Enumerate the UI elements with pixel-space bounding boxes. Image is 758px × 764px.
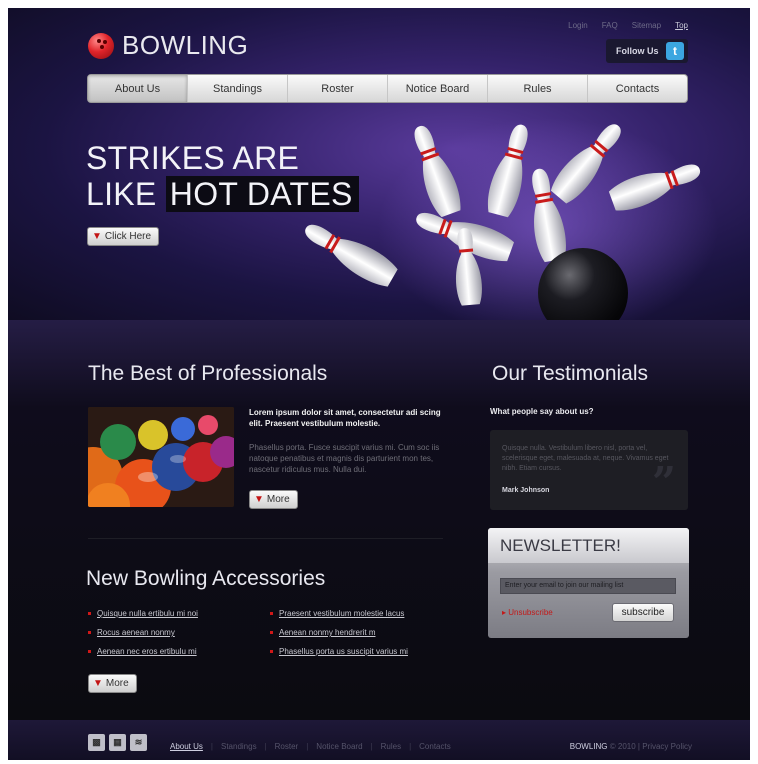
- copyright: BOWLING © 2010 | Privacy Policy: [570, 742, 692, 751]
- accessory-link[interactable]: Aenean nonmy hendrerit m: [270, 628, 408, 637]
- professionals-title: The Best of Professionals: [88, 362, 328, 385]
- footer-links: About Us | Standings | Roster | Notice B…: [170, 742, 451, 751]
- accessories-title: New Bowling Accessories: [86, 567, 326, 590]
- quote-icon: ”: [651, 458, 676, 507]
- main-nav: About Us Standings Roster Notice Board R…: [87, 74, 688, 103]
- social-icons: ▩ ▦ ≋: [88, 734, 147, 751]
- bowling-pins-image: [305, 118, 718, 338]
- section-divider: [88, 538, 443, 539]
- professionals-body: Phasellus porta. Fusce suscipit varius m…: [249, 443, 440, 474]
- separator: |: [264, 742, 267, 751]
- bowling-ball-icon: [88, 32, 114, 59]
- top-link-top[interactable]: Top: [675, 21, 688, 30]
- follow-us-button[interactable]: Follow Us t: [606, 39, 688, 63]
- nav-contacts[interactable]: Contacts: [588, 75, 687, 102]
- testimonials-question: What people say about us?: [490, 407, 594, 416]
- separator: |: [409, 742, 412, 751]
- follow-label: Follow Us: [616, 46, 659, 56]
- chevron-down-icon: ▼: [93, 678, 103, 689]
- newsletter-title: NEWSLETTER!: [488, 528, 689, 563]
- delicious-icon[interactable]: ▦: [109, 734, 126, 751]
- chevron-down-icon: ▼: [92, 231, 102, 242]
- testimonial-author: Mark Johnson: [502, 487, 550, 494]
- nav-roster[interactable]: Roster: [288, 75, 388, 102]
- chevron-down-icon: ▼: [254, 494, 264, 505]
- accessory-link[interactable]: Praesent vestibulum molestie lacus: [270, 609, 408, 618]
- footer-link-contacts[interactable]: Contacts: [419, 742, 451, 751]
- logo[interactable]: BOWLING: [88, 30, 248, 61]
- footer-link-standings[interactable]: Standings: [221, 742, 257, 751]
- click-here-button[interactable]: ▼ Click Here: [87, 227, 160, 246]
- brand-name: BOWLING: [122, 30, 249, 60]
- copyright-brand: BOWLING: [569, 742, 608, 751]
- accessory-link[interactable]: Quisque nulla ertibulu mi noi: [88, 609, 198, 618]
- accessories-more-button[interactable]: ▼ More: [88, 674, 137, 693]
- footer-link-rules[interactable]: Rules: [381, 742, 401, 751]
- separator: |: [306, 742, 309, 751]
- newsletter-box: NEWSLETTER! Enter your email to join our…: [488, 528, 689, 638]
- main-content: The Best of Professionals Lorem ipsum do…: [8, 320, 750, 720]
- more-label: More: [266, 494, 290, 505]
- testimonial-quote: Quisque nulla. Vestibulum libero nisl, p…: [502, 445, 669, 472]
- footer-link-notice-board[interactable]: Notice Board: [316, 742, 362, 751]
- footer: ▩ ▦ ≋ About Us | Standings | Roster | No…: [8, 720, 750, 760]
- testimonials-title: Our Testimonials: [492, 362, 649, 385]
- nav-about-us[interactable]: About Us: [88, 75, 188, 102]
- unsubscribe-label: Unsubscribe: [508, 608, 553, 617]
- page-frame: BOWLING Login FAQ Sitemap Top Follow Us …: [8, 8, 750, 760]
- separator: |: [210, 742, 213, 751]
- accessory-link[interactable]: Rocus aenean nonmy: [88, 628, 198, 637]
- top-link-faq[interactable]: FAQ: [602, 21, 618, 30]
- bowling-balls-photo: [88, 407, 234, 507]
- nav-notice-board[interactable]: Notice Board: [388, 75, 488, 102]
- unsubscribe-link[interactable]: ▸ Unsubscribe: [502, 608, 553, 617]
- accessory-link[interactable]: Aenean nec eros ertibulu mi: [88, 647, 198, 656]
- rss-icon[interactable]: ≋: [130, 734, 147, 751]
- blog-icon[interactable]: ▩: [88, 734, 105, 751]
- click-here-label: Click Here: [104, 231, 152, 242]
- testimonial-card: Quisque nulla. Vestibulum libero nisl, p…: [490, 430, 688, 510]
- professionals-intro: Lorem ipsum dolor sit amet, consectetur …: [249, 408, 441, 428]
- separator: |: [370, 742, 373, 751]
- accessories-list-right: Praesent vestibulum molestie lacus Aenea…: [270, 609, 408, 666]
- top-link-login[interactable]: Login: [568, 21, 588, 30]
- top-links: Login FAQ Sitemap Top: [568, 21, 688, 30]
- more-label: More: [105, 678, 129, 689]
- subscribe-button[interactable]: subscribe: [612, 603, 674, 622]
- footer-link-roster[interactable]: Roster: [275, 742, 299, 751]
- nav-standings[interactable]: Standings: [188, 75, 288, 102]
- newsletter-email-input[interactable]: Enter your email to join our mailing lis…: [500, 578, 676, 594]
- header: BOWLING Login FAQ Sitemap Top Follow Us …: [8, 8, 750, 338]
- copyright-text: © 2010 | Privacy Policy: [609, 742, 692, 751]
- headline-like: LIKE: [86, 176, 157, 212]
- nav-rules[interactable]: Rules: [488, 75, 588, 102]
- twitter-icon: t: [666, 42, 684, 60]
- footer-link-about-us[interactable]: About Us: [170, 742, 203, 751]
- accessory-link[interactable]: Phasellus porta us suscipit varius mi: [270, 647, 408, 656]
- professionals-more-button[interactable]: ▼ More: [249, 490, 298, 509]
- top-link-sitemap[interactable]: Sitemap: [632, 21, 661, 30]
- accessories-list-left: Quisque nulla ertibulu mi noi Rocus aene…: [88, 609, 198, 666]
